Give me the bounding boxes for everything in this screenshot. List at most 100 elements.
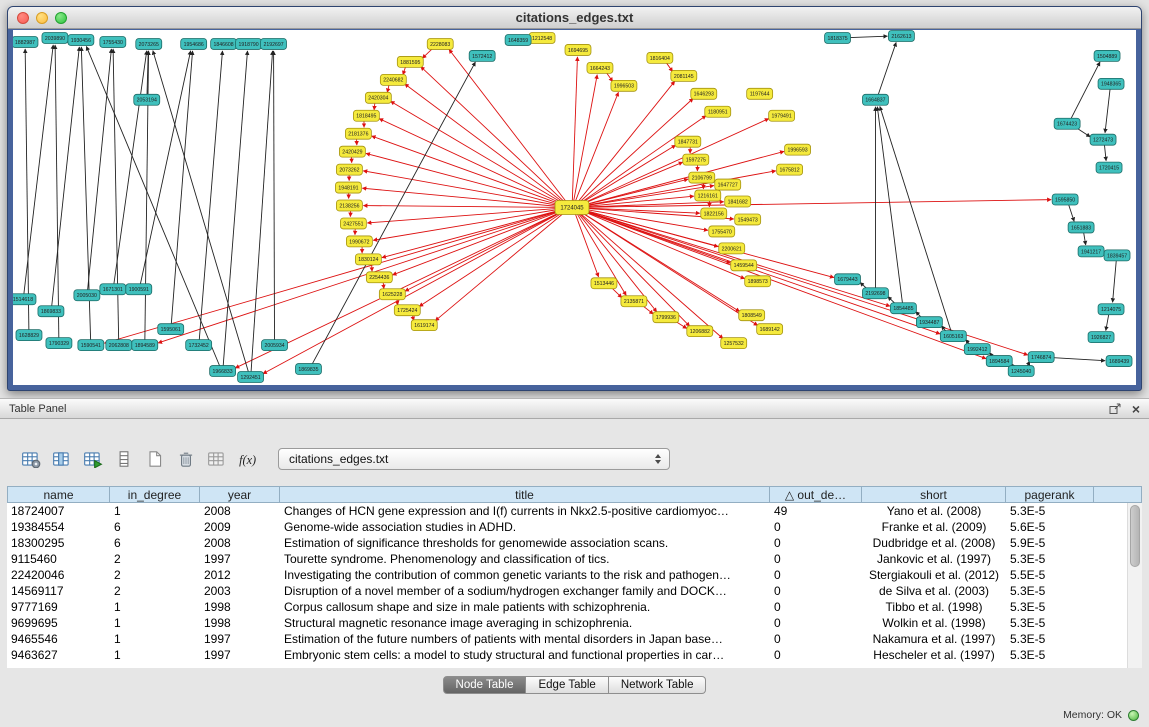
graph-node[interactable]: 1625228 xyxy=(379,289,405,300)
zoom-window-button[interactable] xyxy=(55,12,67,24)
graph-node[interactable]: 1822156 xyxy=(701,208,727,219)
graph-node[interactable]: 1839457 xyxy=(1104,250,1130,261)
graph-node[interactable]: 1245040 xyxy=(1008,366,1034,377)
table-row[interactable]: 911546021997Tourette syndrome. Phenomeno… xyxy=(7,551,1127,567)
graph-node[interactable]: 1595850 xyxy=(1052,194,1078,205)
function-builder-icon[interactable]: f(x) xyxy=(237,449,259,469)
graph-node[interactable]: 1926827 xyxy=(1088,332,1114,343)
graph-node[interactable]: 1590541 xyxy=(78,340,104,351)
network-graph[interactable]: 1724045188159522406822420304181849521813… xyxy=(13,30,1136,385)
graph-edge[interactable] xyxy=(421,67,568,205)
graph-node[interactable]: 1216161 xyxy=(695,190,721,201)
graph-edge[interactable] xyxy=(578,209,986,359)
graph-node[interactable]: 1818375 xyxy=(825,32,851,43)
tab-network-table[interactable]: Network Table xyxy=(609,676,707,694)
graph-edge[interactable] xyxy=(366,153,566,206)
graph-node[interactable]: 1725424 xyxy=(394,305,420,316)
graph-node[interactable]: 2200621 xyxy=(719,243,745,254)
graph-node[interactable]: 1755470 xyxy=(709,226,735,237)
table-row[interactable]: 1830029562008Estimation of significance … xyxy=(7,535,1127,551)
graph-node[interactable]: 1679443 xyxy=(835,274,861,285)
graph-node[interactable]: 2192697 xyxy=(261,38,287,49)
graph-node[interactable]: 1898573 xyxy=(745,276,771,287)
graph-node[interactable]: 1882987 xyxy=(13,36,38,47)
graph-edge[interactable] xyxy=(578,151,784,206)
graph-edge[interactable] xyxy=(363,206,566,208)
delete-icon[interactable] xyxy=(175,449,197,469)
graph-node[interactable]: 1689439 xyxy=(1106,356,1132,367)
table-row[interactable]: 1872400712008Changes of HCN gene express… xyxy=(7,503,1127,519)
graph-edge[interactable] xyxy=(1105,88,1110,133)
graph-edge[interactable] xyxy=(391,101,567,205)
tab-edge-table[interactable]: Edge Table xyxy=(526,676,608,694)
graph-node[interactable]: 1197644 xyxy=(747,88,773,99)
graph-node[interactable]: 1854485 xyxy=(890,303,916,314)
graph-node[interactable]: 2427551 xyxy=(340,218,366,229)
graph-node[interactable]: 1513446 xyxy=(591,278,617,289)
scrollbar-thumb[interactable] xyxy=(1130,505,1140,567)
graph-node[interactable]: 1941217 xyxy=(1078,246,1104,257)
column-header-short[interactable]: short xyxy=(862,486,1006,503)
graph-node[interactable]: 1816404 xyxy=(647,52,673,63)
column-header-title[interactable]: title xyxy=(280,486,770,503)
graph-edge[interactable] xyxy=(577,119,768,206)
graph-node[interactable]: 1948365 xyxy=(1098,78,1124,89)
graph-edge[interactable] xyxy=(578,209,890,307)
graph-node[interactable]: 2106799 xyxy=(689,172,715,183)
graph-node[interactable]: 1948191 xyxy=(335,182,361,193)
graph-edge[interactable] xyxy=(372,136,567,206)
graph-edge[interactable] xyxy=(880,106,952,332)
column-header-name[interactable]: name xyxy=(7,486,110,503)
graph-node[interactable]: 1628829 xyxy=(16,330,42,341)
graph-node[interactable]: 1549473 xyxy=(735,214,761,225)
graph-node[interactable]: 1212548 xyxy=(529,32,555,43)
graph-node[interactable]: 1648359 xyxy=(505,34,531,45)
graph-edge[interactable] xyxy=(382,208,566,257)
graph-node[interactable]: 1894584 xyxy=(986,356,1012,367)
graph-edge[interactable] xyxy=(251,51,273,373)
graph-edge[interactable] xyxy=(419,210,567,307)
graph-node[interactable]: 2005934 xyxy=(262,340,288,351)
window-titlebar[interactable]: citations_edges.txt xyxy=(8,7,1141,29)
graph-node[interactable]: 1799936 xyxy=(653,312,679,323)
graph-node[interactable]: 1841682 xyxy=(725,196,751,207)
graph-edge[interactable] xyxy=(878,42,896,96)
graph-edge[interactable] xyxy=(1113,259,1117,302)
graph-node[interactable]: 1930456 xyxy=(68,34,94,45)
graph-edge[interactable] xyxy=(1047,357,1105,360)
graph-node[interactable]: 2073265 xyxy=(136,38,162,49)
graph-node[interactable]: 1966833 xyxy=(210,366,236,377)
graph-node[interactable]: 1720415 xyxy=(1096,162,1122,173)
graph-node[interactable]: 1808549 xyxy=(739,310,765,321)
graph-edge[interactable] xyxy=(24,45,54,295)
graph-edge[interactable] xyxy=(405,84,567,205)
graph-node[interactable]: 2062808 xyxy=(106,340,132,351)
graph-node[interactable]: 2240682 xyxy=(380,74,406,85)
graph-node[interactable]: 1180951 xyxy=(705,106,731,117)
graph-edge[interactable] xyxy=(1104,144,1106,161)
graph-node[interactable]: 1619174 xyxy=(411,320,437,331)
graph-node[interactable]: 1990672 xyxy=(346,236,372,247)
network-canvas[interactable]: 1724045188159522406822420304181849521813… xyxy=(13,30,1136,385)
graph-node[interactable]: 1918790 xyxy=(236,38,262,49)
tab-node-table[interactable]: Node Table xyxy=(443,676,527,694)
graph-node[interactable]: 1504889 xyxy=(1094,50,1120,61)
graph-node[interactable]: 1979491 xyxy=(769,110,795,121)
column-header-year[interactable]: year xyxy=(200,486,280,503)
graph-node[interactable]: 1992412 xyxy=(964,344,990,355)
graph-node[interactable]: 1996503 xyxy=(611,80,637,91)
graph-node[interactable]: 1292451 xyxy=(238,372,264,383)
graph-node[interactable]: 2192698 xyxy=(862,288,888,299)
close-window-button[interactable] xyxy=(17,12,29,24)
graph-node[interactable]: 1755430 xyxy=(100,36,126,47)
graph-node[interactable]: 1869833 xyxy=(38,306,64,317)
network-table-select[interactable]: citations_edges.txt xyxy=(278,448,670,470)
graph-edge[interactable] xyxy=(1070,62,1100,120)
graph-node[interactable]: 1459544 xyxy=(731,260,757,271)
graph-node[interactable]: 2254436 xyxy=(366,272,392,283)
table-row[interactable]: 977716911998Corpus callosum shape and si… xyxy=(7,599,1127,615)
graph-node[interactable]: 1674423 xyxy=(1054,118,1080,129)
graph-node[interactable]: 1664837 xyxy=(862,94,888,105)
graph-node[interactable]: 1934487 xyxy=(916,317,942,328)
table-row[interactable]: 946362711997Embryonic stem cells: a mode… xyxy=(7,647,1127,663)
